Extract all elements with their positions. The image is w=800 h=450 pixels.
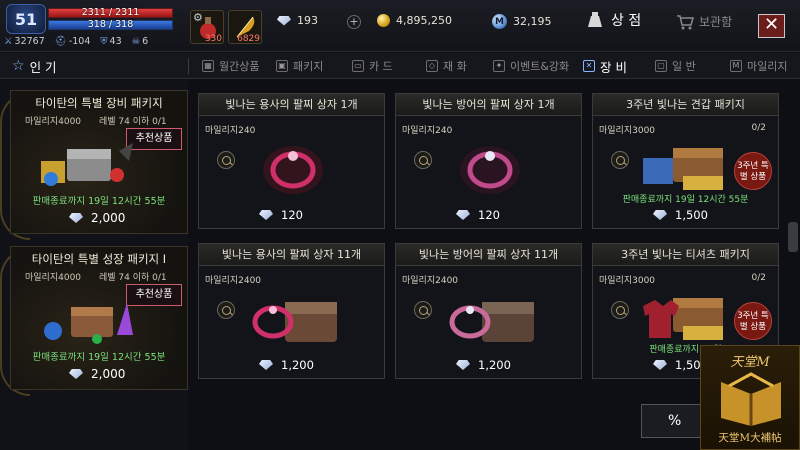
money-bag-icon <box>588 12 602 27</box>
tab-event[interactable]: ✦ 이벤트&강화 <box>493 53 569 79</box>
price-tag: 2,000 <box>69 211 125 225</box>
hp-text: 2311 / 2311 <box>81 7 140 18</box>
armor-icon: ⛨ <box>100 36 108 47</box>
adena-coin-icon <box>377 14 390 27</box>
cart-icon <box>677 14 694 29</box>
diamond-icon <box>259 360 273 370</box>
event-icon: ✦ <box>493 60 505 72</box>
diamond-icon <box>456 210 470 220</box>
skull-icon: ☠ <box>131 36 141 47</box>
tab-mileage[interactable]: M 마일리지 <box>730 53 787 79</box>
product-card[interactable]: 빛나는 용사의 팔찌 상자 11개 마일리지2400 1,200 <box>198 243 385 379</box>
bracelet-box-image <box>460 146 520 194</box>
product-card[interactable]: 빛나는 방어의 팔찌 상자 11개 마일리지2400 1,200 <box>395 243 582 379</box>
diamond-icon <box>456 360 470 370</box>
hp-bar: 2311 / 2311 <box>48 7 173 18</box>
tab-popular[interactable]: ☆ 인 기 <box>12 53 57 79</box>
anniversary-badge: 3주년 특별 상품 <box>734 302 772 340</box>
mp-bar: 318 / 318 <box>48 19 173 30</box>
percent-button[interactable]: % <box>641 404 701 438</box>
gear-icon: ⚙ <box>193 11 203 24</box>
tab-card[interactable]: ▭ 카 드 <box>352 53 393 79</box>
package-icon: ▣ <box>276 60 288 72</box>
mileage-coin-icon: M <box>492 14 507 29</box>
level-badge: 51 <box>6 4 46 34</box>
crossed-swords-icon: ✕ <box>583 60 595 72</box>
anniversary-badge: 3주년 특별 상품 <box>734 152 772 190</box>
helmet-icon: ⛑ <box>54 36 67 47</box>
product-card[interactable]: 빛나는 방어의 팔찌 상자 1개 마일리지240 120 <box>395 93 582 229</box>
price-tag: 1,200 <box>456 358 511 372</box>
price-tag: 120 <box>259 208 303 222</box>
diamond-icon <box>653 360 667 370</box>
package-card[interactable]: 타이탄의 특별 성장 패키지 I 마일리지4000 레벨 74 이하 0/1 추… <box>10 246 188 390</box>
bracelet-chest-image <box>252 302 337 342</box>
mileage-currency: M 32,195 <box>492 14 552 29</box>
diamond-icon <box>277 15 291 26</box>
popular-package-list: 타이탄의 특별 장비 패키지 마일리지4000 레벨 74 이하 0/1 추천상… <box>0 80 188 450</box>
tab-goods[interactable]: ◇ 재 화 <box>426 53 467 79</box>
book-logo-icon <box>721 372 781 426</box>
adena-currency: 4,895,250 <box>377 14 452 27</box>
tab-package[interactable]: ▣ 패키지 <box>276 53 323 79</box>
diamond-icon: ◇ <box>426 60 438 72</box>
tab-general[interactable]: ▢ 일 반 <box>655 53 696 79</box>
close-button[interactable]: ✕ <box>758 14 785 38</box>
card-icon: ▭ <box>352 60 364 72</box>
quick-slot-feather[interactable]: 6829 <box>228 10 262 44</box>
storage-button[interactable]: 보관함 <box>676 13 732 30</box>
diamond-currency: 193 <box>277 14 318 27</box>
box-icon: ▢ <box>655 60 667 72</box>
shop-button[interactable]: 상 점 <box>585 10 641 30</box>
stat-skull: ☠ 6 <box>131 36 149 47</box>
package-card[interactable]: 타이탄의 특별 장비 패키지 마일리지4000 레벨 74 이하 0/1 추천상… <box>10 90 188 234</box>
diamond-icon <box>69 369 83 379</box>
scroll-indicator[interactable] <box>788 222 798 252</box>
tab-divider <box>188 58 189 74</box>
price-tag: 2,000 <box>69 367 125 381</box>
watermark-logo: 天堂M 天堂M大補帖 <box>700 345 800 450</box>
price-tag: 120 <box>456 208 500 222</box>
product-card[interactable]: 빛나는 용사의 팔찌 상자 1개 마일리지240 120 <box>198 93 385 229</box>
price-tag: 1,200 <box>259 358 314 372</box>
diamond-icon <box>69 213 83 223</box>
mp-text: 318 / 318 <box>87 19 134 30</box>
tab-monthly[interactable]: ▦ 월간상품 <box>202 53 259 79</box>
product-card[interactable]: 3주년 빛나는 견갑 패키지 마일리지3000 0/2 3주년 특별 상품 판매… <box>592 93 779 229</box>
price-tag: 1,500 <box>653 208 708 222</box>
category-tabs: ☆ 인 기 ▦ 월간상품 ▣ 패키지 ▭ 카 드 ◇ 재 화 ✦ 이벤트&강화 ✕ 장 비 … <box>0 53 800 79</box>
stat-armor: ⛨ 43 <box>100 36 122 47</box>
equipment-package-image <box>41 143 133 186</box>
player-stats: ⚔ 32767 ⛑ -104 ⛨ 43 ☠ 6 <box>4 36 148 47</box>
tab-equipment[interactable]: ✕ 장 비 <box>583 53 627 79</box>
bracelet-box-image <box>263 146 323 194</box>
combat-power-icon: ⚔ <box>4 36 13 47</box>
quick-slot-potion[interactable]: ⚙ 330 <box>190 10 224 44</box>
diamond-icon <box>653 210 667 220</box>
stat-combat-power: ⚔ 32767 <box>4 36 45 47</box>
growth-package-image <box>44 303 133 344</box>
top-bar: 51 2311 / 2311 318 / 318 ⚔ 32767 ⛑ -104 ⛨ 4… <box>0 0 800 52</box>
star-icon: ☆ <box>12 58 25 74</box>
stat-helmet: ⛑ -104 <box>54 36 91 47</box>
add-diamond-button[interactable]: + <box>347 15 361 29</box>
calendar-icon: ▦ <box>202 60 214 72</box>
mileage-icon: M <box>730 60 742 72</box>
diamond-icon <box>259 210 273 220</box>
bracelet-chest-image <box>449 302 534 342</box>
